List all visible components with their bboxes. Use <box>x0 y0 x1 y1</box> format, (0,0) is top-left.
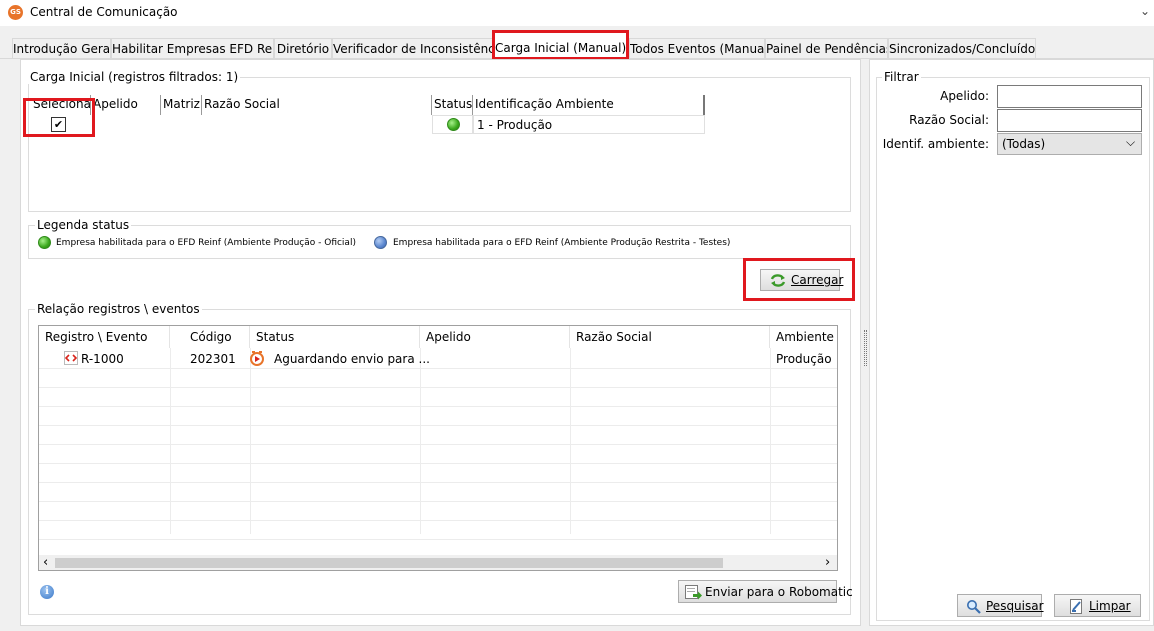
col-divider <box>170 348 171 534</box>
row-divider <box>39 520 837 521</box>
waiting-clock-icon <box>250 351 264 366</box>
horizontal-scrollbar[interactable]: ‹ › <box>39 555 837 570</box>
legenda-title: Legenda status <box>35 218 132 232</box>
relacao-title: Relação registros \ eventos <box>35 302 202 316</box>
col-divider <box>420 348 421 534</box>
carregar-button[interactable]: Carregar <box>760 269 844 291</box>
legend-green-dot-icon <box>38 236 51 249</box>
window-title: Central de Comunicação <box>30 5 178 19</box>
ambiente-cell: 1 - Produção <box>473 115 705 134</box>
tab-carga-inicial[interactable]: Carga Inicial (Manual) <box>492 30 629 60</box>
tab-todos-eventos[interactable]: Todos Eventos (Manual) <box>629 38 765 58</box>
legend-blue-dot-icon <box>374 236 387 249</box>
tab-diretorio[interactable]: Diretório <box>274 38 332 58</box>
razao-social-label: Razão Social: <box>909 113 989 127</box>
scrollbar-thumb[interactable] <box>55 558 723 568</box>
col-ambiente-evento[interactable]: Ambiente <box>770 326 837 348</box>
tab-introducao-geral[interactable]: Introdução Geral <box>12 38 111 58</box>
legend-green-text: Empresa habilitada para o EFD Reinf (Amb… <box>56 238 356 248</box>
carga-grid-header: Selecionar Apelido Matriz Razão Social S… <box>31 95 705 115</box>
row-divider <box>39 425 837 426</box>
relacao-grid: Registro \ Evento Código Status Apelido … <box>38 325 838 571</box>
title-bar: GS Central de Comunicação ⌄ <box>0 0 1154 26</box>
row-divider <box>39 368 837 369</box>
filtrar-group <box>876 77 1150 621</box>
carga-inicial-title: Carga Inicial (registros filtrados: 1) <box>28 70 241 84</box>
row-divider <box>39 463 837 464</box>
carga-row[interactable]: ✔ 1 - Produção <box>31 115 705 134</box>
tab-habilitar-empresas[interactable]: Habilitar Empresas EFD Reinf <box>111 38 274 58</box>
col-codigo[interactable]: Código <box>170 326 250 348</box>
pesquisar-label: Pesquisar <box>986 599 1044 613</box>
legend-blue-text: Empresa habilitada para o EFD Reinf (Amb… <box>393 238 731 248</box>
pesquisar-button[interactable]: Pesquisar <box>957 594 1044 617</box>
row-divider <box>39 444 837 445</box>
apelido-input[interactable] <box>997 85 1142 108</box>
search-icon <box>967 600 981 614</box>
event-code-icon <box>64 351 78 365</box>
codigo-cell: 202301 <box>190 352 236 366</box>
col-divider <box>570 348 571 534</box>
scroll-right-arrow-icon[interactable]: › <box>825 555 830 570</box>
relacao-row[interactable]: R-1000 202301 Aguardando envio para ... … <box>39 348 837 368</box>
filtrar-title: Filtrar <box>882 70 921 84</box>
ambiente-select[interactable]: (Todas) ⌵ <box>997 133 1142 155</box>
col-razao-social[interactable]: Razão Social <box>202 95 432 115</box>
scroll-left-arrow-icon[interactable]: ‹ <box>43 555 48 570</box>
status-green-dot-icon <box>447 118 460 131</box>
ambiente-select-value: (Todas) <box>1002 137 1046 151</box>
status-cell <box>432 115 473 134</box>
ambiente-evento-cell: Produção <box>776 352 832 366</box>
chevron-down-icon: ⌵ <box>1126 135 1136 149</box>
splitter-handle[interactable] <box>864 330 867 366</box>
info-icon[interactable]: i <box>40 585 54 599</box>
col-apelido[interactable]: Apelido <box>91 95 161 115</box>
enviar-robomatic-label: Enviar para o Robomatic <box>705 585 853 599</box>
col-divider <box>250 348 251 534</box>
apelido-label: Apelido: <box>940 89 989 103</box>
carregar-label: Carregar <box>791 273 844 287</box>
send-icon <box>685 585 702 600</box>
limpar-button[interactable]: Limpar <box>1054 594 1141 617</box>
evento-cell: R-1000 <box>81 352 124 366</box>
col-divider <box>770 348 771 534</box>
ambiente-label: Identif. ambiente: <box>882 137 989 151</box>
highlight-selecionar <box>23 98 95 137</box>
refresh-icon <box>770 274 786 287</box>
status-evento-cell: Aguardando envio para ... <box>274 352 430 366</box>
tab-painel-pendencias[interactable]: Painel de Pendências <box>765 38 888 58</box>
limpar-label: Limpar <box>1089 599 1131 613</box>
razao-social-input[interactable] <box>997 109 1142 132</box>
col-matriz[interactable]: Matriz <box>161 95 202 115</box>
clear-icon <box>1070 599 1082 614</box>
window-chevron-icon[interactable]: ⌄ <box>1140 4 1150 18</box>
row-divider <box>39 501 837 502</box>
tab-bar: Introdução Geral Habilitar Empresas EFD … <box>0 26 1154 60</box>
row-divider <box>39 539 837 540</box>
row-divider <box>39 482 837 483</box>
col-registro-evento[interactable]: Registro \ Evento <box>39 326 170 348</box>
col-razao-social-evento[interactable]: Razão Social <box>570 326 770 348</box>
row-divider <box>39 387 837 388</box>
tab-verificador[interactable]: Verificador de Inconsistências <box>332 38 494 58</box>
col-status[interactable]: Status <box>432 95 473 115</box>
tab-sincronizados[interactable]: Sincronizados/Concluídos <box>888 38 1036 58</box>
row-divider <box>39 406 837 407</box>
enviar-robomatic-button[interactable]: Enviar para o Robomatic <box>678 580 853 603</box>
col-identificacao-ambiente[interactable]: Identificação Ambiente <box>473 95 705 115</box>
col-status-evento[interactable]: Status <box>250 326 420 348</box>
app-logo-icon: GS <box>8 5 23 20</box>
col-apelido-evento[interactable]: Apelido <box>420 326 570 348</box>
